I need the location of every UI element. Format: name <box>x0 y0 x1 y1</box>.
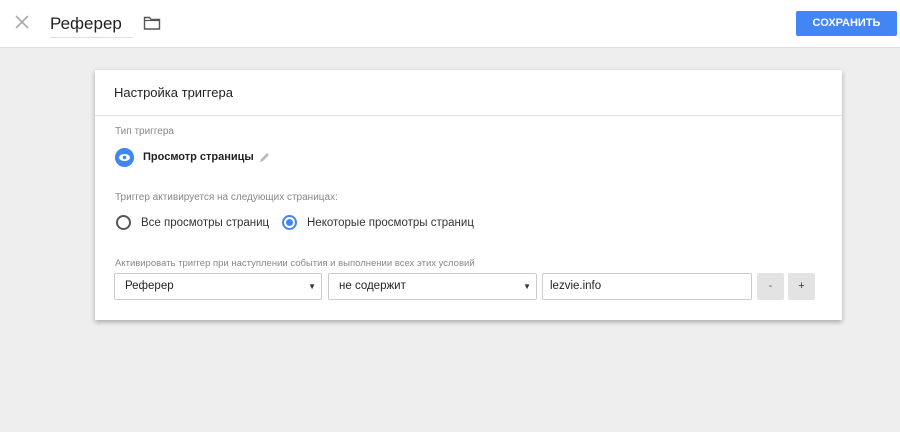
trigger-config-card: Настройка триггера Тип триггера Просмотр… <box>95 70 842 320</box>
pencil-icon[interactable] <box>259 151 271 163</box>
folder-icon[interactable] <box>143 15 161 31</box>
operator-select[interactable]: не содержит ▼ <box>328 273 537 300</box>
value-input[interactable]: lezvie.info <box>542 273 752 300</box>
remove-condition-button[interactable]: - <box>757 273 784 300</box>
variable-value: Реферер <box>125 280 174 292</box>
variable-select[interactable]: Реферер ▼ <box>114 273 322 300</box>
top-bar: Реферер СОХРАНИТЬ <box>0 0 900 48</box>
close-icon[interactable] <box>13 13 31 31</box>
dropdown-arrow-icon: ▼ <box>308 282 316 291</box>
add-condition-button[interactable]: + <box>788 273 815 300</box>
save-button[interactable]: СОХРАНИТЬ <box>796 11 897 36</box>
radio-label: Некоторые просмотры страниц <box>307 216 474 229</box>
radio-off-icon <box>116 215 131 230</box>
operator-value: не содержит <box>339 280 406 292</box>
card-title: Настройка триггера <box>95 70 842 116</box>
radio-some-pageviews[interactable]: Некоторые просмотры страниц <box>282 215 474 230</box>
trigger-name-input[interactable]: Реферер <box>50 12 133 38</box>
radio-label: Все просмотры страниц <box>141 216 270 229</box>
eye-icon <box>115 148 134 167</box>
dropdown-arrow-icon: ▼ <box>523 282 531 291</box>
radio-all-pageviews[interactable]: Все просмотры страниц <box>116 215 269 230</box>
trigger-type-label: Тип триггера <box>115 126 174 137</box>
pages-label: Триггер активируется на следующих страни… <box>115 192 338 203</box>
condition-label: Активировать триггер при наступлении соб… <box>115 258 475 269</box>
trigger-type-value[interactable]: Просмотр страницы <box>143 151 254 163</box>
radio-on-icon <box>282 215 297 230</box>
